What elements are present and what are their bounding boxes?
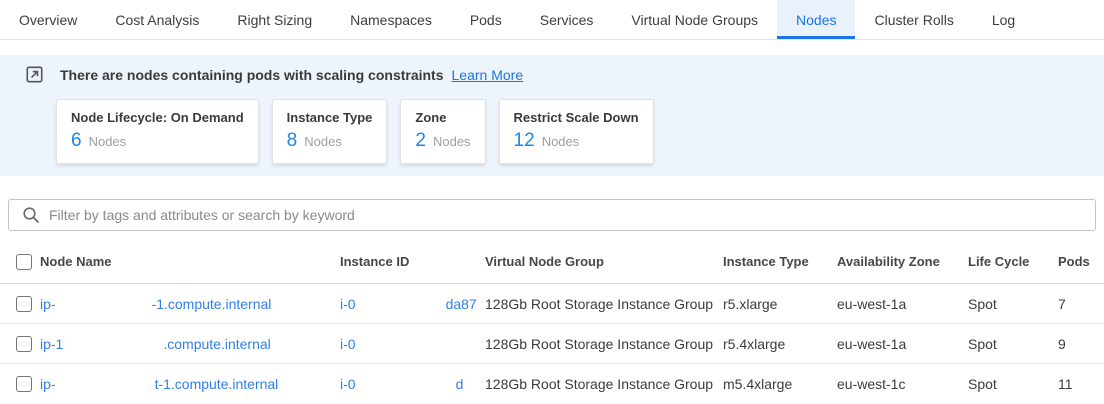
availability-zone-cell: eu-west-1a (837, 296, 968, 312)
table-row: ip-1.compute.internal i-0 128Gb Root Sto… (0, 324, 1104, 364)
constraint-cards: Node Lifecycle: On Demand 6 Nodes Instan… (56, 99, 1104, 164)
card-count: 8 (287, 130, 298, 152)
learn-more-link[interactable]: Learn More (452, 67, 524, 83)
banner-message: There are nodes containing pods with sca… (60, 67, 444, 83)
card-unit: Nodes (89, 134, 127, 149)
row-checkbox[interactable] (16, 336, 32, 352)
tab-virtual-node-groups[interactable]: Virtual Node Groups (612, 0, 777, 39)
select-all-checkbox[interactable] (16, 254, 32, 270)
card-node-lifecycle-on-demand[interactable]: Node Lifecycle: On Demand 6 Nodes (56, 99, 259, 164)
card-title: Node Lifecycle: On Demand (71, 110, 244, 125)
column-header-virtual-node-group: Virtual Node Group (485, 254, 723, 269)
nodes-table: Node Name Instance ID Virtual Node Group… (0, 240, 1104, 404)
card-unit: Nodes (433, 134, 471, 149)
column-header-pods: Pods (1058, 254, 1104, 269)
cluster-tab-bar: Overview Cost Analysis Right Sizing Name… (0, 0, 1104, 40)
virtual-node-group-cell: 128Gb Root Storage Instance Group (485, 336, 723, 352)
node-name-link[interactable]: ip--1.compute.internal (40, 296, 271, 312)
column-header-life-cycle: Life Cycle (968, 254, 1058, 269)
tab-services[interactable]: Services (521, 0, 613, 39)
tab-pods[interactable]: Pods (451, 0, 521, 39)
card-instance-type[interactable]: Instance Type 8 Nodes (272, 99, 388, 164)
virtual-node-group-cell: 128Gb Root Storage Instance Group (485, 296, 723, 312)
search-icon (22, 206, 40, 224)
redacted-text (56, 304, 152, 306)
instance-type-cell: r5.4xlarge (723, 336, 837, 352)
card-title: Zone (415, 110, 470, 125)
table-header-row: Node Name Instance ID Virtual Node Group… (0, 240, 1104, 284)
row-checkbox[interactable] (16, 296, 32, 312)
card-unit: Nodes (542, 134, 580, 149)
table-row: ip--1.compute.internal i-0da87 128Gb Roo… (0, 284, 1104, 324)
instance-type-cell: r5.xlarge (723, 296, 837, 312)
instance-id-link[interactable]: i-0d (340, 376, 463, 392)
column-header-instance-id: Instance ID (340, 254, 485, 269)
life-cycle-cell: Spot (968, 296, 1058, 312)
filter-search-box (8, 199, 1096, 231)
redacted-text (356, 304, 446, 306)
life-cycle-cell: Spot (968, 376, 1058, 392)
tab-right-sizing[interactable]: Right Sizing (218, 0, 331, 39)
availability-zone-cell: eu-west-1c (837, 376, 968, 392)
redacted-text (356, 384, 456, 386)
table-row: ip-t-1.compute.internal i-0d 128Gb Root … (0, 364, 1104, 404)
tab-namespaces[interactable]: Namespaces (331, 0, 451, 39)
search-input[interactable] (49, 207, 1095, 223)
scale-constraint-icon (26, 66, 43, 83)
pods-cell: 9 (1058, 336, 1104, 352)
column-header-node-name: Node Name (40, 254, 340, 269)
card-count: 6 (71, 130, 82, 152)
row-checkbox[interactable] (16, 376, 32, 392)
tab-overview[interactable]: Overview (0, 0, 96, 39)
card-count: 2 (415, 130, 426, 152)
tab-cost-analysis[interactable]: Cost Analysis (96, 0, 218, 39)
card-restrict-scale-down[interactable]: Restrict Scale Down 12 Nodes (499, 99, 654, 164)
availability-zone-cell: eu-west-1a (837, 336, 968, 352)
card-unit: Nodes (304, 134, 342, 149)
redacted-text (63, 344, 163, 346)
card-count: 12 (514, 130, 535, 152)
scaling-constraints-banner: There are nodes containing pods with sca… (0, 55, 1104, 176)
tab-log[interactable]: Log (973, 0, 1034, 39)
column-header-instance-type: Instance Type (723, 254, 837, 269)
card-title: Instance Type (287, 110, 373, 125)
node-name-link[interactable]: ip-1.compute.internal (40, 336, 271, 352)
pods-cell: 7 (1058, 296, 1104, 312)
redacted-text (56, 384, 155, 386)
instance-id-link[interactable]: i-0da87 (340, 296, 477, 312)
virtual-node-group-cell: 128Gb Root Storage Instance Group (485, 376, 723, 392)
tab-cluster-rolls[interactable]: Cluster Rolls (855, 0, 972, 39)
node-name-link[interactable]: ip-t-1.compute.internal (40, 376, 278, 392)
card-title: Restrict Scale Down (514, 110, 639, 125)
card-zone[interactable]: Zone 2 Nodes (400, 99, 485, 164)
pods-cell: 11 (1058, 376, 1104, 392)
instance-type-cell: m5.4xlarge (723, 376, 837, 392)
column-header-availability-zone: Availability Zone (837, 254, 968, 269)
instance-id-link[interactable]: i-0 (340, 336, 356, 352)
tab-nodes[interactable]: Nodes (777, 0, 855, 39)
life-cycle-cell: Spot (968, 336, 1058, 352)
